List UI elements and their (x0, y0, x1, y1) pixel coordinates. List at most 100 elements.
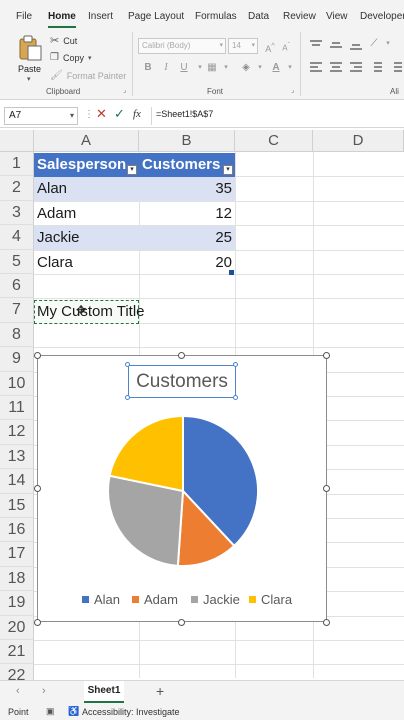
increase-font-size-icon[interactable]: A^ (262, 38, 278, 54)
chart-resize-handle[interactable] (34, 619, 41, 626)
filter-dropdown-icon[interactable]: ▾ (127, 165, 137, 175)
row-header-16[interactable]: 16 (0, 518, 34, 543)
tab-data[interactable]: Data (248, 0, 269, 28)
table-cell-name[interactable]: Adam (37, 202, 76, 226)
increase-indent-icon[interactable] (390, 62, 402, 72)
chart-resize-handle[interactable] (323, 485, 330, 492)
pie-chart[interactable]: Customers Alan Adam Jackie Clara (37, 355, 327, 622)
row-header-13[interactable]: 13 (0, 444, 34, 470)
row-header-1[interactable]: 1 (0, 152, 34, 177)
chart-resize-handle[interactable] (323, 352, 330, 359)
chart-resize-handle[interactable] (323, 619, 330, 626)
column-header-c[interactable]: C (235, 130, 313, 152)
row-header-17[interactable]: 17 (0, 542, 34, 567)
row-header-19[interactable]: 19 (0, 591, 34, 616)
cut-button[interactable]: ✂ Cut (50, 34, 77, 47)
dialog-launcher-icon[interactable]: ⌟ (123, 86, 126, 94)
align-right-icon[interactable] (350, 62, 362, 72)
align-bottom-icon[interactable] (350, 40, 362, 50)
legend-item-adam[interactable]: Adam (132, 592, 178, 607)
row-header-12[interactable]: 12 (0, 420, 34, 445)
table-cell-value[interactable]: 12 (139, 202, 232, 226)
format-painter-button[interactable]: 🖌 Format Painter (50, 70, 126, 81)
italic-button[interactable]: I (158, 60, 174, 76)
cancel-icon[interactable]: ✕ (96, 106, 107, 122)
row-header-5[interactable]: 5 (0, 249, 34, 274)
font-family-select[interactable]: Calibri (Body) ▾ (138, 38, 226, 54)
decrease-indent-icon[interactable] (370, 62, 382, 72)
chevron-down-icon[interactable]: ▾ (252, 60, 268, 76)
scroll-left-icon[interactable]: ‹ (16, 685, 20, 697)
accessibility-status[interactable]: Accessibility: Investigate (82, 707, 180, 717)
row-header-21[interactable]: 21 (0, 640, 34, 665)
legend-item-jackie[interactable]: Jackie (191, 592, 240, 607)
table-cell-value[interactable]: 25 (139, 226, 232, 250)
table-cell-name[interactable]: Jackie (37, 226, 80, 250)
font-size-select[interactable]: 14 ▾ (228, 38, 258, 54)
tab-home[interactable]: Home (48, 0, 76, 28)
row-header-9[interactable]: 9 (0, 347, 34, 372)
chart-resize-handle[interactable] (34, 485, 41, 492)
row-header-2[interactable]: 2 (0, 176, 34, 201)
copy-button[interactable]: ❐ Copy ▾ (50, 52, 92, 63)
enter-icon[interactable]: ✓ (114, 106, 125, 122)
accessibility-icon[interactable]: ♿ (68, 706, 79, 717)
row-header-15[interactable]: 15 (0, 493, 34, 518)
row-header-6[interactable]: 6 (0, 274, 34, 299)
chart-resize-handle[interactable] (178, 352, 185, 359)
align-left-icon[interactable] (310, 62, 322, 72)
insert-function-icon[interactable]: fx (133, 108, 141, 120)
row-header-3[interactable]: 3 (0, 200, 34, 226)
dialog-launcher-icon[interactable]: ⌟ (291, 86, 294, 94)
table-cell-name[interactable]: Alan (37, 177, 67, 201)
tab-file[interactable]: File (16, 0, 32, 28)
cell-a7-text[interactable]: My Custom Title (37, 300, 145, 324)
decrease-font-size-icon[interactable]: Aˇ (278, 38, 294, 54)
chevron-down-icon[interactable]: ▾ (380, 36, 396, 52)
row-header-8[interactable]: 8 (0, 322, 34, 348)
sheet-tab-sheet1[interactable]: Sheet1 (84, 681, 124, 703)
table-cell-name[interactable]: Clara (37, 251, 73, 275)
bold-button[interactable]: B (140, 60, 156, 76)
scroll-right-icon[interactable]: › (42, 685, 46, 697)
tab-insert[interactable]: Insert (88, 0, 113, 28)
name-box[interactable]: A7 ▾ (4, 107, 78, 125)
chevron-down-icon[interactable]: ▾ (218, 60, 234, 76)
legend-item-clara[interactable]: Clara (249, 592, 292, 607)
table-header-salesperson[interactable]: Salesperson (34, 153, 139, 177)
row-header-4[interactable]: 4 (0, 225, 34, 250)
row-header-7[interactable]: 7 (0, 298, 34, 323)
more-options-icon[interactable]: ⋮ (84, 109, 94, 120)
table-cell-value[interactable]: 35 (139, 177, 232, 201)
tab-developer[interactable]: Developer (360, 0, 404, 28)
tab-page-layout[interactable]: Page Layout (128, 0, 184, 28)
tab-view[interactable]: View (326, 0, 348, 28)
pie-plot-area[interactable] (38, 356, 328, 623)
formula-input[interactable]: =Sheet1!$A$7 (156, 109, 213, 119)
table-cell-value[interactable]: 20 (139, 251, 232, 275)
add-sheet-button[interactable]: + (156, 683, 164, 699)
tab-review[interactable]: Review (283, 0, 316, 28)
macro-record-icon[interactable]: ▣ (46, 706, 55, 717)
align-center-icon[interactable] (330, 62, 342, 72)
filter-dropdown-icon[interactable]: ▾ (223, 165, 233, 175)
row-header-10[interactable]: 10 (0, 371, 34, 396)
align-top-icon[interactable] (310, 40, 322, 50)
row-header-18[interactable]: 18 (0, 566, 34, 592)
row-header-11[interactable]: 11 (0, 396, 34, 421)
column-header-b[interactable]: B (139, 130, 235, 152)
align-middle-icon[interactable] (330, 40, 342, 50)
column-header-a[interactable]: A (34, 130, 139, 152)
paste-button[interactable]: Paste ▾ (8, 32, 52, 84)
row-header-20[interactable]: 20 (0, 615, 34, 640)
underline-button[interactable]: U (176, 60, 192, 76)
tab-formulas[interactable]: Formulas (195, 0, 237, 28)
legend-item-alan[interactable]: Alan (82, 592, 120, 607)
chart-resize-handle[interactable] (34, 352, 41, 359)
select-all-corner[interactable] (0, 130, 34, 152)
row-header-14[interactable]: 14 (0, 469, 34, 494)
chevron-down-icon[interactable]: ▾ (282, 60, 298, 76)
table-resize-handle[interactable] (229, 270, 234, 275)
column-header-d[interactable]: D (313, 130, 404, 152)
table-header-customers[interactable]: Customers (139, 153, 235, 177)
